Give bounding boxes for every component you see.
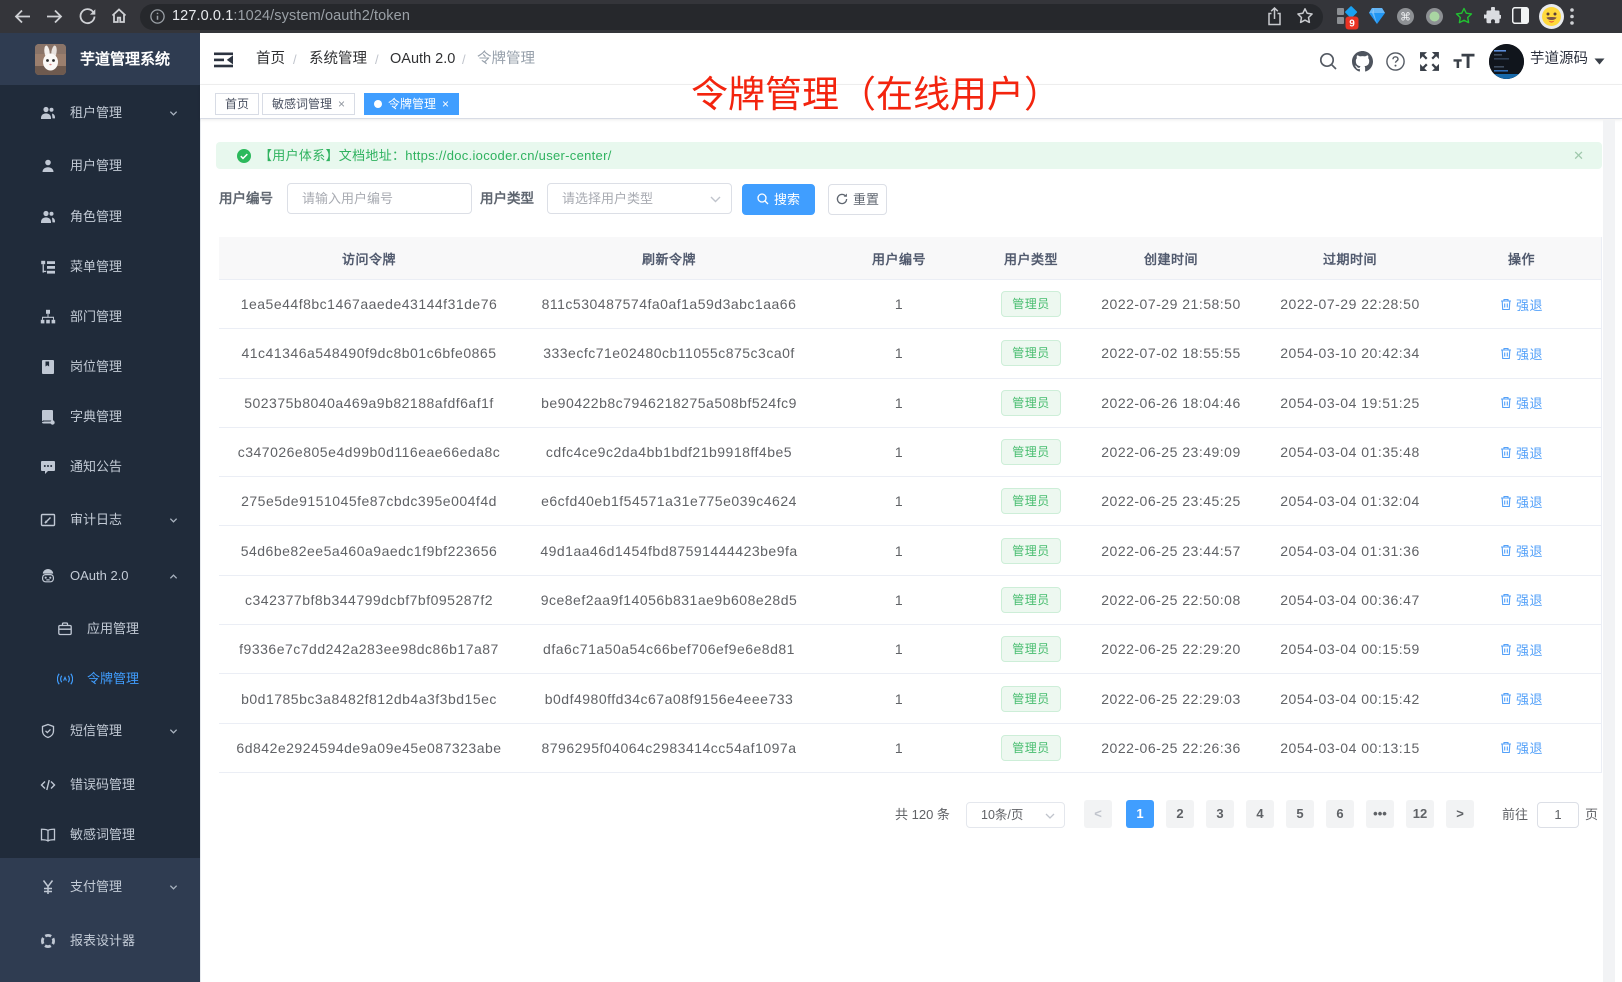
svg-text:⌘: ⌘ [1400, 12, 1411, 24]
svg-text:9: 9 [1349, 19, 1355, 30]
